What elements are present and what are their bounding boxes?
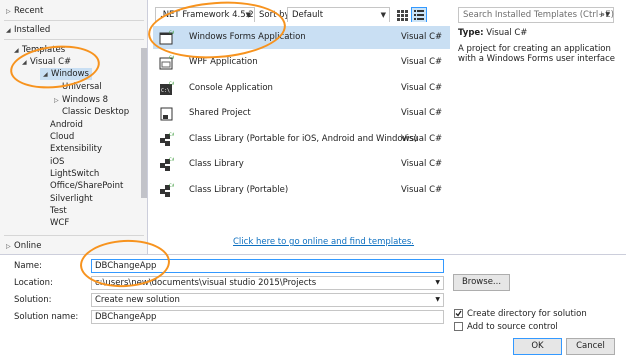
chevron-down-icon: ▼ xyxy=(245,11,251,19)
form-divider xyxy=(0,254,626,255)
chevron-down-icon: ▼ xyxy=(435,296,440,303)
location-label: Location: xyxy=(14,278,53,288)
sort-select[interactable]: Default ▼ xyxy=(287,7,390,23)
tree-item-installed[interactable]: ◢ Installed xyxy=(6,24,50,36)
chevron-down-icon: ◢ xyxy=(6,27,11,34)
chevron-down-icon: ◢ xyxy=(43,71,48,78)
template-info-panel: Type: Visual C# A project for creating a… xyxy=(458,28,623,64)
tree-item-extensibility[interactable]: Extensibility xyxy=(50,143,102,155)
chevron-right-icon: ▷ xyxy=(6,8,11,15)
location-input[interactable]: c:\users\new\documents\visual studio 201… xyxy=(91,276,444,290)
tree-scrollbar[interactable] xyxy=(141,48,147,198)
grid-view-button[interactable] xyxy=(394,7,410,23)
template-list: C# Windows Forms Application Visual C# C… xyxy=(153,22,450,234)
grid-icon xyxy=(397,10,408,21)
chevron-down-icon: ▼ xyxy=(605,11,610,18)
portable-library-icon: C# xyxy=(160,183,174,197)
tree-item-recent[interactable]: ▷ Recent xyxy=(6,5,43,17)
template-row[interactable]: C# WPF Application Visual C# xyxy=(153,51,450,74)
tree-item-wcf[interactable]: WCF xyxy=(50,217,69,229)
search-icon: ⌕ xyxy=(599,10,605,20)
tree-item-templates[interactable]: ◢ Templates xyxy=(14,44,65,56)
chevron-down-icon: ◢ xyxy=(22,59,27,66)
browse-button[interactable]: Browse... xyxy=(453,274,510,291)
chevron-down-icon: ▼ xyxy=(435,279,440,286)
tree-item-lightswitch[interactable]: LightSwitch xyxy=(50,168,99,180)
chevron-right-icon: ▷ xyxy=(54,97,59,104)
solution-name-input[interactable]: DBChangeApp xyxy=(91,310,444,324)
type-label: Type: xyxy=(458,28,484,38)
class-library-icon: C# xyxy=(160,157,174,171)
solution-name-label: Solution name: xyxy=(14,312,79,322)
svg-text:C#: C# xyxy=(169,30,174,35)
tree-item-office-sharepoint[interactable]: Office/SharePoint xyxy=(50,180,123,192)
tree-item-universal[interactable]: Universal xyxy=(62,81,102,93)
console-icon: C:\ C# xyxy=(160,81,174,95)
cancel-button[interactable]: Cancel xyxy=(566,338,615,355)
framework-select[interactable]: .NET Framework 4.5.2 ▼ xyxy=(155,7,255,23)
svg-text:C:\: C:\ xyxy=(161,88,170,94)
tree-item-windows8[interactable]: ▷ Windows 8 xyxy=(54,94,108,106)
tree-divider xyxy=(4,235,144,236)
chevron-down-icon: ◢ xyxy=(14,47,19,54)
portable-library-icon: C# xyxy=(160,132,174,146)
type-value: Visual C# xyxy=(486,28,528,38)
add-source-control-checkbox[interactable] xyxy=(454,322,463,331)
template-row[interactable]: C# Class Library (Portable for iOS, Andr… xyxy=(153,128,450,151)
template-row[interactable]: C:\C# Console Application Visual C# xyxy=(153,77,450,100)
template-row[interactable]: Shared Project Visual C# xyxy=(153,102,450,125)
template-row[interactable]: C# Class Library Visual C# xyxy=(153,153,450,176)
search-input[interactable]: Search Installed Templates (Ctrl+E) ⌕ ▼ xyxy=(458,7,614,23)
template-row[interactable]: C# Windows Forms Application Visual C# xyxy=(153,26,450,49)
svg-text:C#: C# xyxy=(169,183,174,188)
chevron-right-icon: ▷ xyxy=(6,243,11,250)
tree-item-windows[interactable]: ◢ Windows xyxy=(40,68,92,80)
ok-button[interactable]: OK xyxy=(513,338,562,355)
tree-item-test[interactable]: Test xyxy=(50,205,67,217)
solution-label: Solution: xyxy=(14,295,52,305)
tree-item-android[interactable]: Android xyxy=(50,119,83,131)
chevron-down-icon: ▼ xyxy=(380,11,386,19)
create-directory-label: Create directory for solution xyxy=(467,309,587,319)
checkmark-icon xyxy=(455,310,462,317)
create-directory-checkbox[interactable] xyxy=(454,309,463,318)
tree-item-visual-csharp[interactable]: ◢ Visual C# xyxy=(22,56,71,68)
solution-select[interactable]: Create new solution ▼ xyxy=(91,293,444,307)
tree-item-cloud[interactable]: Cloud xyxy=(50,131,74,143)
template-description: A project for creating an application wi… xyxy=(458,44,615,64)
tree-divider xyxy=(4,39,144,40)
template-row[interactable]: C# Class Library (Portable) Visual C# xyxy=(153,179,450,202)
list-view-button[interactable] xyxy=(411,7,427,23)
svg-text:C#: C# xyxy=(169,81,174,86)
svg-text:C#: C# xyxy=(169,55,174,60)
tree-item-ios[interactable]: iOS xyxy=(50,156,64,168)
tree-divider xyxy=(4,20,144,21)
svg-text:C#: C# xyxy=(169,157,174,162)
name-input[interactable]: DBChangeApp xyxy=(91,259,444,273)
list-icon xyxy=(414,10,424,20)
shared-project-icon xyxy=(160,107,173,121)
add-source-control-label: Add to source control xyxy=(467,322,558,332)
tree-item-silverlight[interactable]: Silverlight xyxy=(50,193,93,205)
template-tree-panel: ▷ Recent ◢ Installed ◢ Templates ◢ Visual C#… xyxy=(0,0,148,254)
tree-item-online[interactable]: ▷ Online xyxy=(6,240,41,252)
svg-text:C#: C# xyxy=(169,132,174,137)
name-label: Name: xyxy=(14,261,42,271)
windows-forms-icon: C# xyxy=(159,30,174,45)
wpf-icon: C# xyxy=(159,55,174,70)
tree-item-classic-desktop[interactable]: Classic Desktop xyxy=(62,106,129,118)
online-templates-link[interactable]: Click here to go online and find templat… xyxy=(233,237,414,247)
